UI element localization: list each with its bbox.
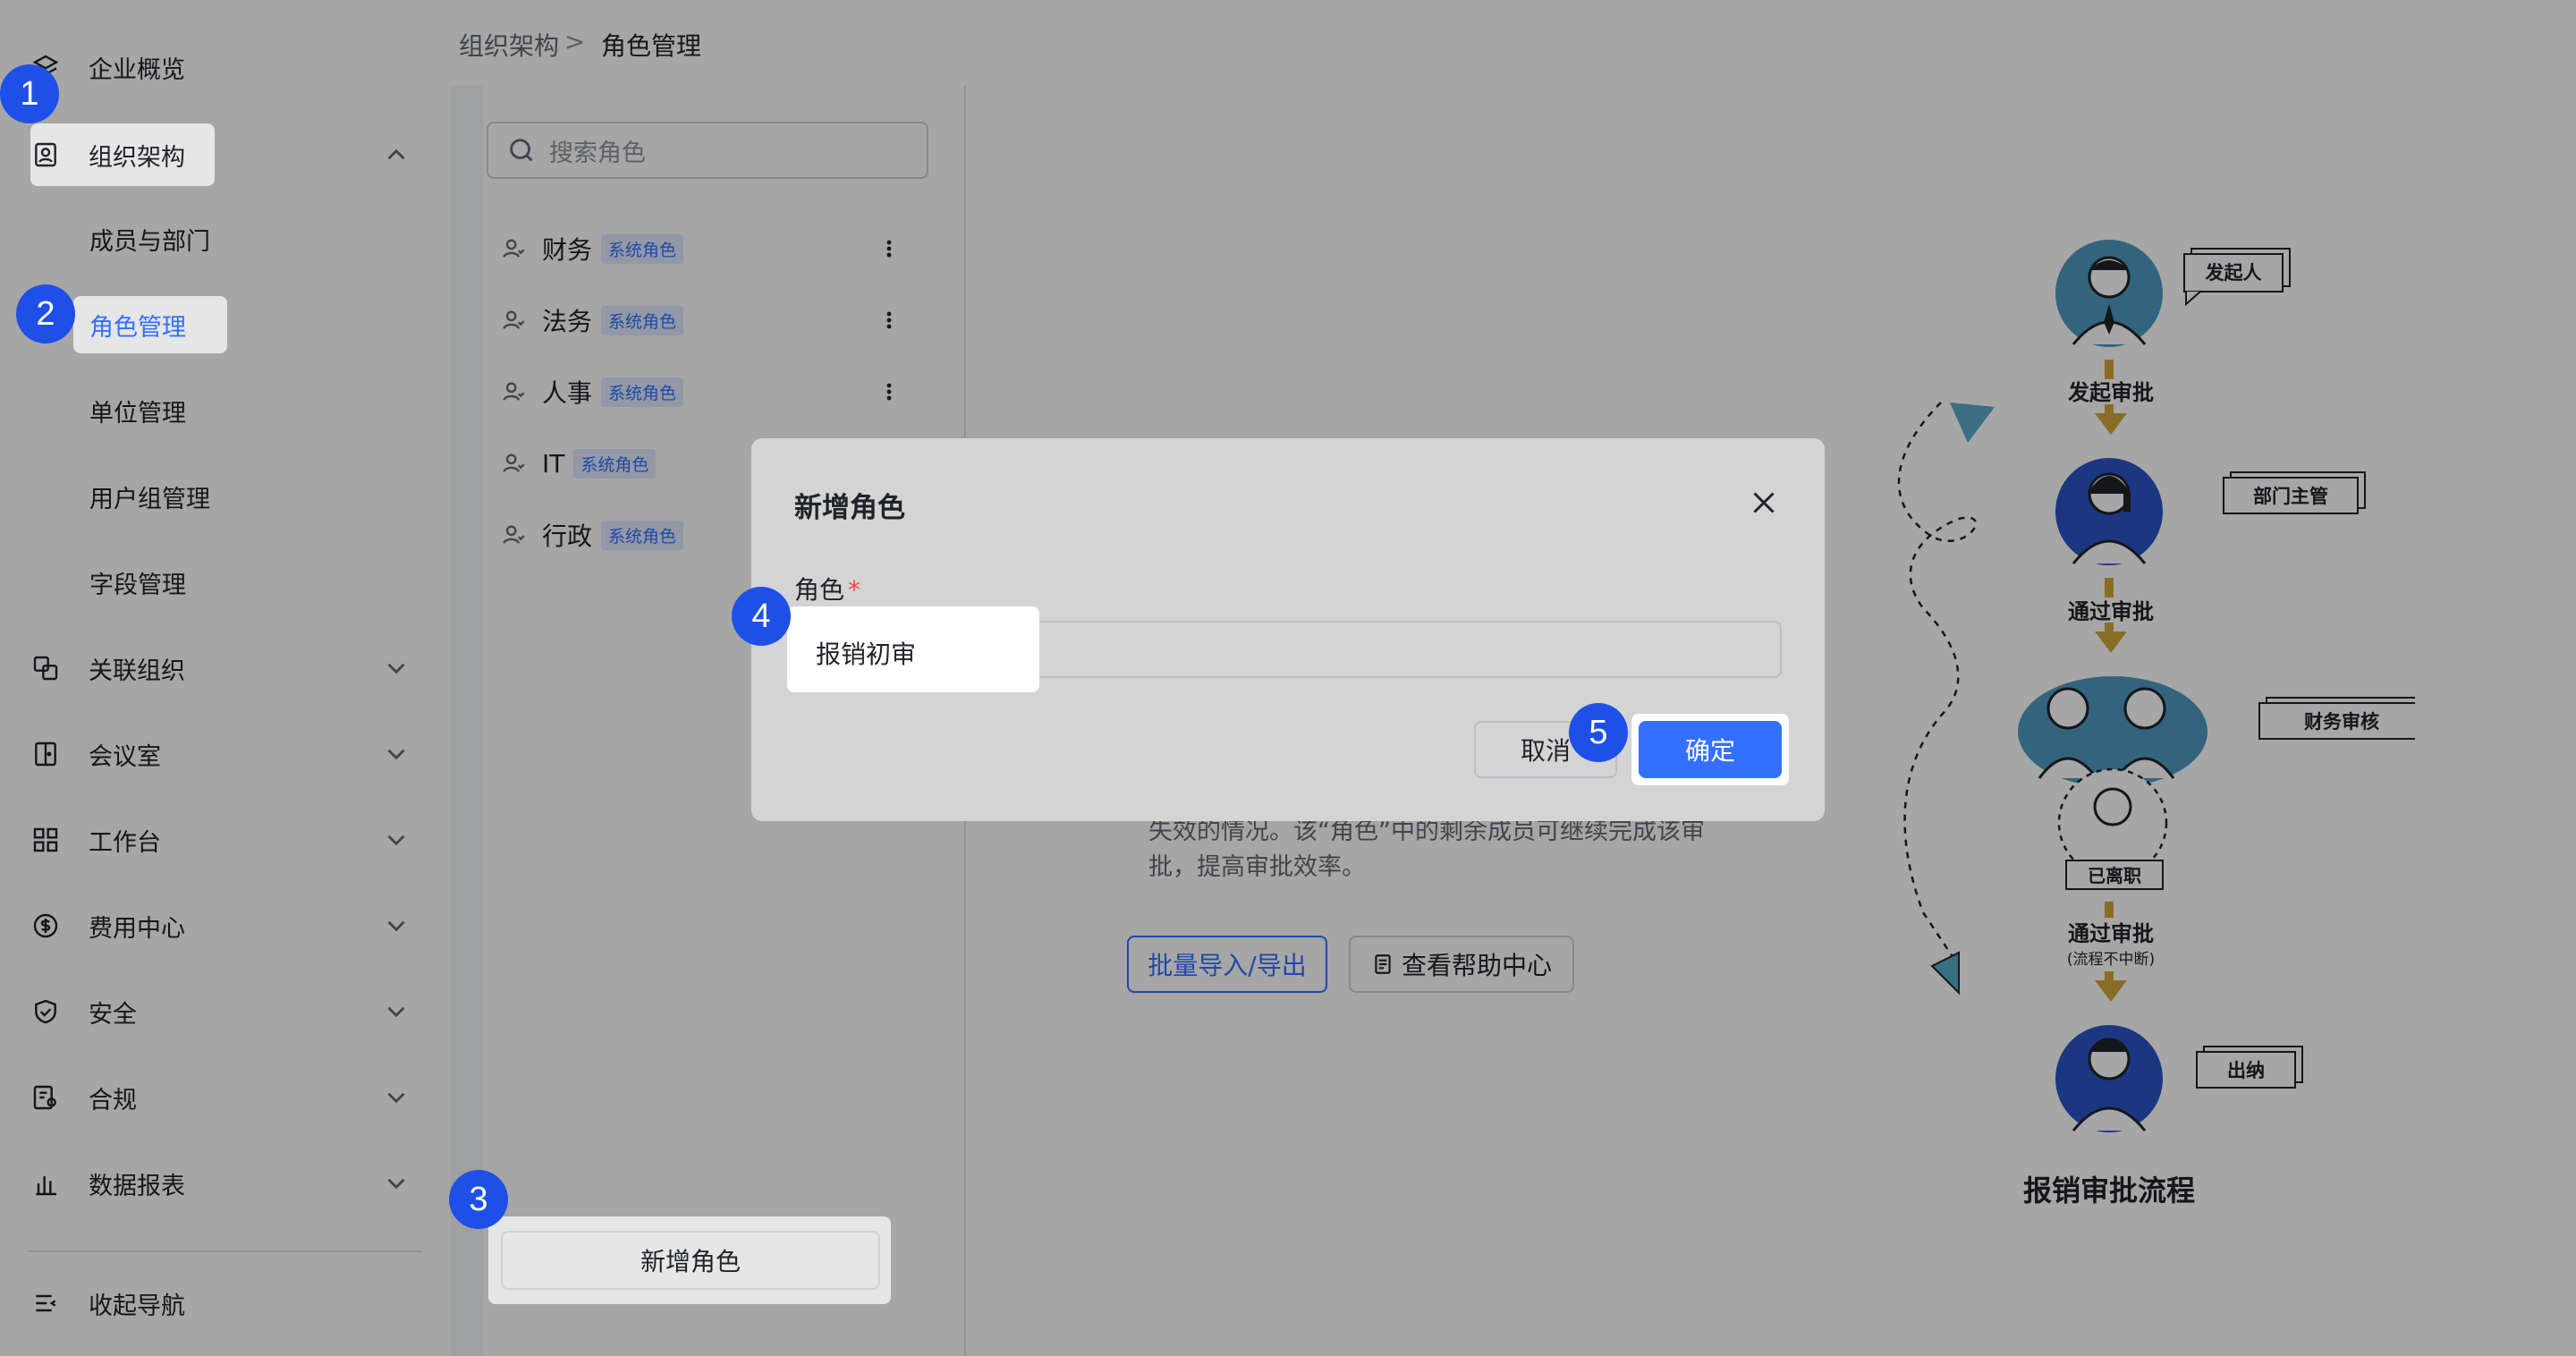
spot-add-role-button[interactable]: 新增角色 xyxy=(501,1231,880,1290)
step-badge-1: 1 xyxy=(0,64,59,123)
confirm-label: 确定 xyxy=(1684,736,1735,766)
step-badge-5: 5 xyxy=(1569,703,1628,762)
dialog-title: 新增角色 xyxy=(794,492,905,524)
app-page: 企业概览 组织架构 成员与部门 角色管理 单位管理 用户组管理 字段管理 关联组… xyxy=(0,0,2576,1356)
step-badge-2: 2 xyxy=(16,284,75,343)
spot-org-item[interactable]: 组织架构 xyxy=(30,129,185,181)
role-field-label: 角色 * xyxy=(794,571,860,606)
confirm-button[interactable]: 确定 xyxy=(1639,721,1782,778)
org-card-icon xyxy=(30,140,61,170)
cancel-label: 取消 xyxy=(1520,736,1571,766)
required-mark: * xyxy=(848,575,861,605)
step-badge-3: 3 xyxy=(449,1170,508,1229)
spot-roles-item[interactable]: 角色管理 xyxy=(89,299,186,351)
role-name-value: 报销初审 xyxy=(816,640,917,669)
role-label-text: 角色 xyxy=(794,575,845,605)
sidebar-item-label: 组织架构 xyxy=(89,143,185,172)
sub-item-label: 角色管理 xyxy=(89,313,186,342)
step-badge-4: 4 xyxy=(732,587,791,646)
add-role-label: 新增角色 xyxy=(640,1247,741,1276)
close-icon[interactable] xyxy=(1748,487,1780,519)
